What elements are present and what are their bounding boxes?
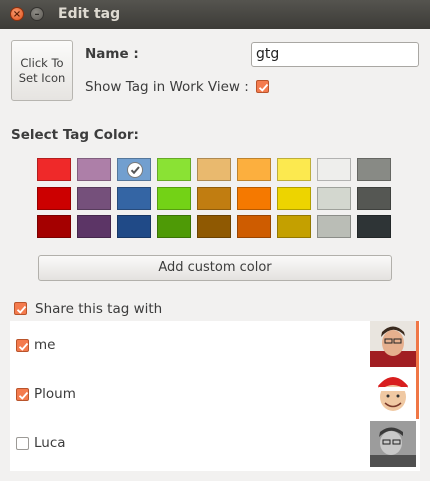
color-swatch[interactable] bbox=[77, 187, 111, 210]
select-tag-color-label: Select Tag Color: bbox=[11, 127, 139, 143]
avatar bbox=[370, 321, 416, 367]
add-custom-color-button[interactable]: Add custom color bbox=[38, 255, 392, 281]
checkmark-icon bbox=[18, 391, 29, 400]
color-swatch[interactable] bbox=[117, 158, 151, 181]
window-title: Edit tag bbox=[58, 6, 121, 22]
avatar bbox=[370, 421, 416, 467]
contact-name: Ploum bbox=[34, 386, 76, 402]
selected-check-icon bbox=[127, 162, 143, 178]
color-swatch[interactable] bbox=[37, 158, 71, 181]
color-swatch[interactable] bbox=[197, 215, 231, 238]
color-swatch[interactable] bbox=[237, 215, 271, 238]
color-swatch[interactable] bbox=[317, 215, 351, 238]
color-swatch[interactable] bbox=[157, 187, 191, 210]
contact-row-luca[interactable]: Luca bbox=[10, 419, 420, 469]
contact-checkbox-ploum[interactable] bbox=[16, 388, 29, 401]
color-swatch[interactable] bbox=[197, 158, 231, 181]
edit-tag-window: × – Edit tag Click To Set Icon Name : gt… bbox=[0, 0, 430, 481]
tag-name-input[interactable]: gtg bbox=[251, 42, 419, 67]
contact-checkbox-me[interactable] bbox=[16, 339, 29, 352]
color-swatch[interactable] bbox=[197, 187, 231, 210]
color-swatch[interactable] bbox=[357, 215, 391, 238]
checkmark-icon bbox=[258, 83, 269, 92]
title-bar: × – Edit tag bbox=[0, 0, 430, 29]
share-tag-label: Share this tag with bbox=[35, 301, 163, 317]
close-window-button[interactable]: × bbox=[10, 7, 24, 21]
contact-row-ploum[interactable]: Ploum bbox=[10, 370, 420, 420]
color-swatch[interactable] bbox=[157, 158, 191, 181]
color-swatch[interactable] bbox=[37, 187, 71, 210]
contact-row-me[interactable]: me bbox=[10, 321, 420, 371]
contact-checkbox-luca[interactable] bbox=[16, 437, 29, 450]
share-tag-checkbox[interactable] bbox=[14, 302, 27, 315]
name-label: Name : bbox=[85, 46, 139, 62]
color-swatch[interactable] bbox=[357, 187, 391, 210]
checkmark-icon bbox=[16, 305, 27, 314]
contact-name: me bbox=[34, 337, 56, 353]
color-swatch[interactable] bbox=[237, 158, 271, 181]
color-swatch[interactable] bbox=[277, 187, 311, 210]
color-swatch[interactable] bbox=[37, 215, 71, 238]
color-swatch[interactable] bbox=[317, 158, 351, 181]
color-swatch[interactable] bbox=[357, 158, 391, 181]
color-swatch[interactable] bbox=[317, 187, 351, 210]
contact-list[interactable]: me Ploum Luca bbox=[10, 321, 420, 471]
color-swatch[interactable] bbox=[77, 215, 111, 238]
contact-list-scrollbar[interactable] bbox=[416, 321, 419, 419]
color-swatch[interactable] bbox=[237, 187, 271, 210]
color-swatch[interactable] bbox=[117, 187, 151, 210]
color-swatch[interactable] bbox=[277, 215, 311, 238]
show-in-work-view-checkbox[interactable] bbox=[256, 80, 269, 93]
minimize-window-button[interactable]: – bbox=[30, 7, 44, 21]
color-swatch[interactable] bbox=[117, 215, 151, 238]
set-icon-button[interactable]: Click To Set Icon bbox=[11, 40, 73, 101]
set-icon-label-line1: Click To bbox=[20, 55, 64, 70]
color-swatch[interactable] bbox=[157, 215, 191, 238]
avatar bbox=[370, 370, 416, 416]
color-swatch[interactable] bbox=[77, 158, 111, 181]
show-in-work-view-label: Show Tag in Work View : bbox=[85, 79, 249, 95]
checkmark-icon bbox=[18, 342, 29, 351]
color-swatch[interactable] bbox=[277, 158, 311, 181]
set-icon-label-line2: Set Icon bbox=[18, 70, 66, 85]
contact-name: Luca bbox=[34, 435, 66, 451]
